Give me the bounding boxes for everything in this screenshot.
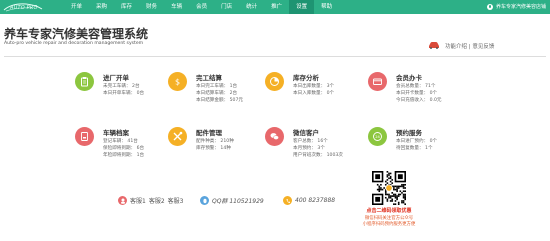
module-title[interactable]: 配件管理 (196, 127, 222, 137)
logo-text: AUTO PRO (10, 5, 38, 11)
module-card[interactable]: 微信客户客户总数： 16个 本月预约： 3个用户背班次数： 1003次 (265, 127, 365, 167)
kefu-icon (118, 196, 127, 205)
header-divider (4, 56, 546, 57)
pie-chart-icon[interactable] (265, 72, 284, 91)
car-icon (429, 42, 439, 49)
kefu-2-link[interactable]: 客服2 (149, 196, 165, 205)
nav-item-10[interactable]: 帮助 (314, 0, 339, 14)
clipboard-icon[interactable] (75, 72, 94, 91)
module-card[interactable]: 24 预约服务本日进厂预约： 0个 待回复数量： 1个 (368, 127, 468, 167)
top-nav-bar: AUTO PRO 开单 采购 库存 财务 车辆 会员 门店 统计 推广 设置 帮助 养车专家汽修美容… (0, 0, 550, 14)
module-title[interactable]: 会员办卡 (396, 72, 422, 82)
nav-item-0[interactable]: 开单 (64, 0, 89, 14)
phone-number[interactable]: 400 8237888 (295, 197, 335, 204)
wechat-icon[interactable] (265, 127, 284, 146)
nav-item-4[interactable]: 车辆 (164, 0, 189, 14)
kefu-3-link[interactable]: 客服3 (168, 196, 184, 205)
module-stat: 未完工车辆： 2台 (103, 84, 140, 89)
module-title[interactable]: 进厂开单 (103, 72, 129, 82)
calendar-24-icon[interactable]: 24 (368, 127, 387, 146)
tools-icon[interactable] (168, 127, 187, 146)
module-card[interactable]: 车辆档案登记车辆： 41台保险即将到期： 6台 年检即将到期： 1台 (75, 127, 175, 167)
nav-item-6[interactable]: 门店 (214, 0, 239, 14)
kefu-group: 客服1 客服2 客服3 (118, 196, 189, 205)
kefu-1-link[interactable]: 客服1 (130, 196, 146, 205)
user-icon (486, 3, 493, 10)
module-card[interactable]: $ 完工结算本日完工车辆： 1台 本日结算车辆： 2台 本日结算金额： 507元 (168, 72, 268, 112)
module-stat: 本日完工车辆： 1台 (196, 84, 238, 89)
module-card[interactable]: 会员办卡会员总数量： 71个 本日开卡数量： 0个 今日充值收入： 0.0元 (368, 72, 468, 112)
qq-group-number[interactable]: QQ群 110521929 (212, 196, 264, 205)
module-stat: 配件种类： 210种 (196, 139, 234, 144)
module-title[interactable]: 库存分析 (293, 72, 319, 82)
phone-group: 400 8237888 (283, 196, 341, 205)
module-stat: 本日开卡数量： 0个 (396, 91, 438, 96)
shop-selector[interactable]: 养车专家汽修美容店铺 (486, 3, 546, 10)
module-stat: 本日结算车辆： 2台 (196, 91, 238, 96)
module-stat: 本日开单车辆： 0台 (103, 91, 145, 96)
main-nav: 开单 采购 库存 财务 车辆 会员 门店 统计 推广 设置 帮助 (64, 0, 339, 14)
module-stat: 登记车辆： 41台 (103, 139, 138, 144)
car-file-icon[interactable] (75, 127, 94, 146)
module-title[interactable]: 预约服务 (396, 127, 422, 137)
module-title[interactable]: 微信客户 (293, 127, 319, 137)
module-title[interactable]: 完工结算 (196, 72, 222, 82)
nav-item-3[interactable]: 财务 (139, 0, 164, 14)
module-stat: 用户背班次数： 1003次 (293, 153, 343, 158)
promo-headline: 点击二维码领取优惠 (366, 208, 412, 214)
promo-line-miniprogram: 小程序扫码预约服务更方便 (362, 221, 416, 227)
module-stat: 会员总数量： 71个 (396, 84, 436, 89)
module-stat: 保险即将到期： 6台 (103, 146, 145, 151)
phone-icon (283, 196, 292, 205)
module-card[interactable]: 进厂开单未完工车辆： 2台 本日开单车辆： 0台 (75, 72, 175, 112)
module-stat: 本月预约： 3个 (293, 146, 325, 151)
qq-group: QQ群 110521929 (200, 196, 270, 205)
module-title[interactable]: 车辆档案 (103, 127, 129, 137)
qr-code[interactable] (372, 171, 406, 205)
nav-item-7[interactable]: 统计 (239, 0, 264, 14)
nav-item-1[interactable]: 采购 (89, 0, 114, 14)
qq-icon (200, 196, 209, 205)
svg-text:24: 24 (375, 135, 380, 139)
module-card[interactable]: 库存分析本日出库数量： 3个 本日入库数量： 0个 (265, 72, 365, 112)
page-title: 养车专家汽修美容管理系统 (4, 27, 149, 41)
nav-item-5[interactable]: 会员 (189, 0, 214, 14)
module-stat: 年检即将到期： 1台 (103, 153, 145, 158)
shop-name: 养车专家汽修美容店铺 (495, 4, 546, 10)
module-card[interactable]: 配件管理配件种类： 210种 库存预警： 14种 (168, 127, 268, 167)
module-stat: 客户总数： 16个 (293, 139, 328, 144)
svg-text:$: $ (175, 78, 180, 87)
promo-text: 微信扫码关注官方公众号 小程序扫码预约服务更方便 (340, 216, 438, 227)
nav-item-9[interactable]: 设置 (289, 0, 315, 14)
module-stat: 本日出库数量： 3个 (293, 84, 335, 89)
help-feedback-link[interactable]: 功能介绍 | 意见反馈 (445, 42, 494, 50)
card-icon[interactable] (368, 72, 387, 91)
module-stat: 本日入库数量： 0个 (293, 91, 335, 96)
dollar-icon[interactable]: $ (168, 72, 187, 91)
module-stat: 今日充值收入： 0.0元 (396, 98, 442, 103)
module-stat: 本日结算金额： 507元 (196, 98, 243, 103)
module-stat: 库存预警： 14种 (196, 146, 231, 151)
module-stat: 本日进厂预约： 0个 (396, 139, 438, 144)
nav-item-2[interactable]: 库存 (114, 0, 139, 14)
page-subtitle: Auto-pro vehicle repair and decoration m… (4, 41, 144, 46)
nav-item-8[interactable]: 推广 (264, 0, 289, 14)
module-stat: 待回复数量： 1个 (396, 146, 433, 151)
